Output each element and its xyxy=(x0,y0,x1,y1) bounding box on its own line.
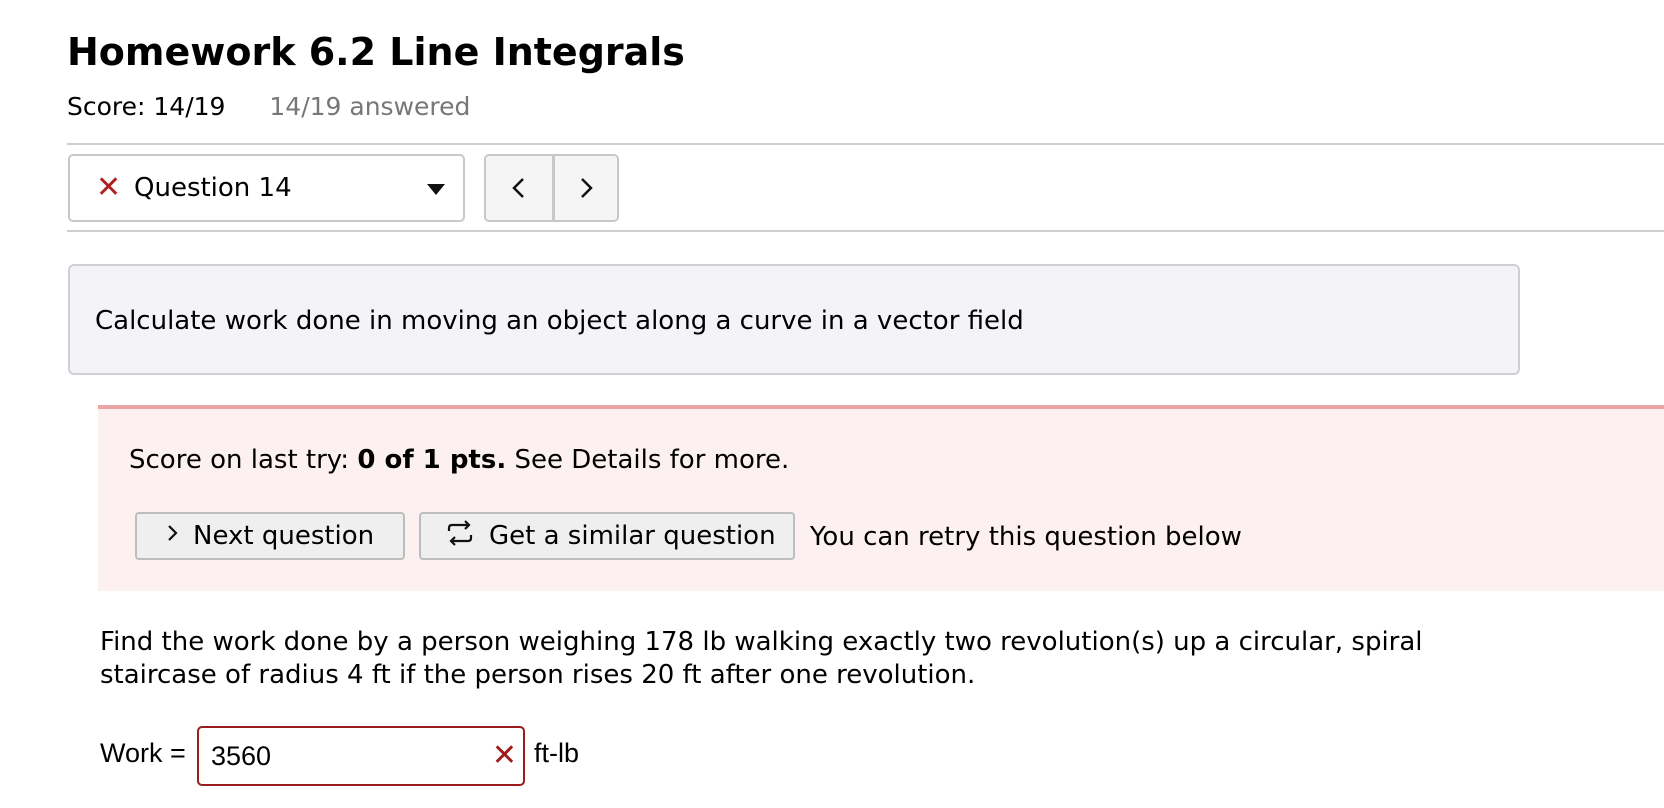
question-topic-box: Calculate work done in moving an object … xyxy=(68,264,1520,375)
divider-bottom xyxy=(67,230,1664,232)
x-icon: ✕ xyxy=(96,170,122,205)
work-label: Work = xyxy=(100,738,186,768)
question-select[interactable]: ✕ Question 14 xyxy=(68,154,465,222)
question-select-label: Question 14 xyxy=(134,173,292,203)
answered-count: 14/19 answered xyxy=(269,92,471,121)
retry-icon xyxy=(445,519,475,554)
score-suffix: See Details for more. xyxy=(506,445,790,475)
similar-question-label: Get a similar question xyxy=(489,521,776,551)
chevron-right-icon xyxy=(580,178,593,198)
score-text: Score: 14/19 xyxy=(67,92,226,121)
chevron-right-icon xyxy=(165,521,179,551)
next-question-arrow-button[interactable] xyxy=(551,156,618,220)
feedback-panel: Score on last try: 0 of 1 pts. See Detai… xyxy=(98,405,1664,591)
next-question-label: Next question xyxy=(193,521,375,551)
similar-question-button[interactable]: Get a similar question xyxy=(419,512,795,560)
score-prefix: Score on last try: xyxy=(129,445,358,475)
caret-down-icon xyxy=(427,184,445,195)
topic-text: Calculate work done in moving an object … xyxy=(95,306,1024,336)
work-answer-input[interactable] xyxy=(211,740,471,772)
problem-text: Find the work done by a person weighing … xyxy=(100,627,1423,690)
last-try-score: Score on last try: 0 of 1 pts. See Detai… xyxy=(129,445,789,475)
incorrect-x-icon: ✕ xyxy=(491,738,517,773)
chevron-left-icon xyxy=(511,178,524,198)
page-title: Homework 6.2 Line Integrals xyxy=(67,30,685,74)
divider-top xyxy=(67,143,1664,145)
work-answer-field: ✕ xyxy=(197,726,525,786)
score-points: 0 of 1 pts. xyxy=(357,445,507,475)
question-nav-buttons xyxy=(484,154,619,222)
next-question-button[interactable]: Next question xyxy=(135,512,405,560)
previous-question-button[interactable] xyxy=(486,156,552,220)
retry-message: You can retry this question below xyxy=(810,522,1242,552)
homework-page: Homework 6.2 Line Integrals Score: 14/19… xyxy=(0,0,1664,808)
score-summary: Score: 14/19 14/19 answered xyxy=(67,92,470,121)
unit-label: ft-lb xyxy=(534,738,580,768)
